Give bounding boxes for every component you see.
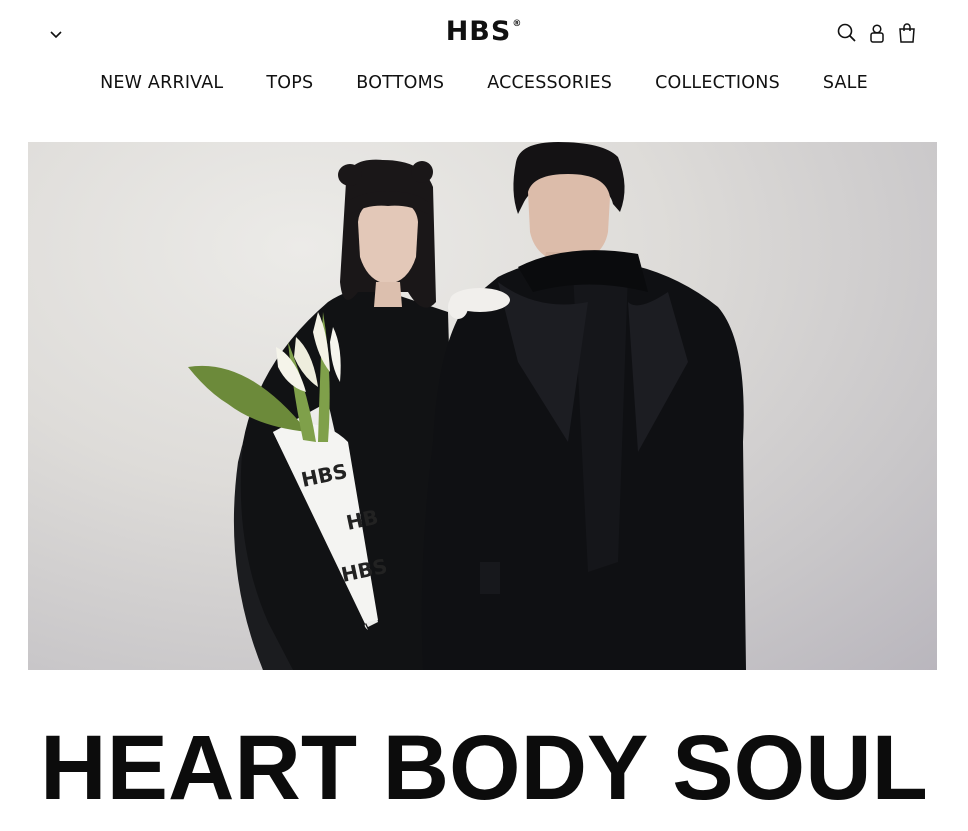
account-icon[interactable] <box>866 22 888 44</box>
nav-item-sale[interactable]: SALE <box>823 73 868 93</box>
site-header: HBS® <box>0 0 968 70</box>
nav-item-new-arrival[interactable]: NEW ARRIVAL <box>100 73 223 93</box>
nav-item-accessories[interactable]: ACCESSORIES <box>487 73 612 93</box>
hero-banner[interactable]: HBS HB HBS <box>28 142 937 670</box>
brand-logo[interactable]: HBS® <box>0 16 968 47</box>
hero-headline: HEART BODY SOUL <box>40 717 928 819</box>
nav-item-bottoms[interactable]: BOTTOMS <box>356 73 444 93</box>
nav-item-tops[interactable]: TOPS <box>266 73 313 93</box>
nav-item-collections[interactable]: COLLECTIONS <box>655 73 780 93</box>
cart-icon[interactable] <box>896 22 918 44</box>
hero-image: HBS HB HBS <box>188 142 746 670</box>
logo-text: HBS <box>445 16 512 47</box>
registered-mark: ® <box>512 19 523 29</box>
search-icon[interactable] <box>836 22 858 44</box>
header-actions <box>836 22 918 44</box>
main-nav: NEW ARRIVAL TOPS BOTTOMS ACCESSORIES COL… <box>0 73 968 93</box>
